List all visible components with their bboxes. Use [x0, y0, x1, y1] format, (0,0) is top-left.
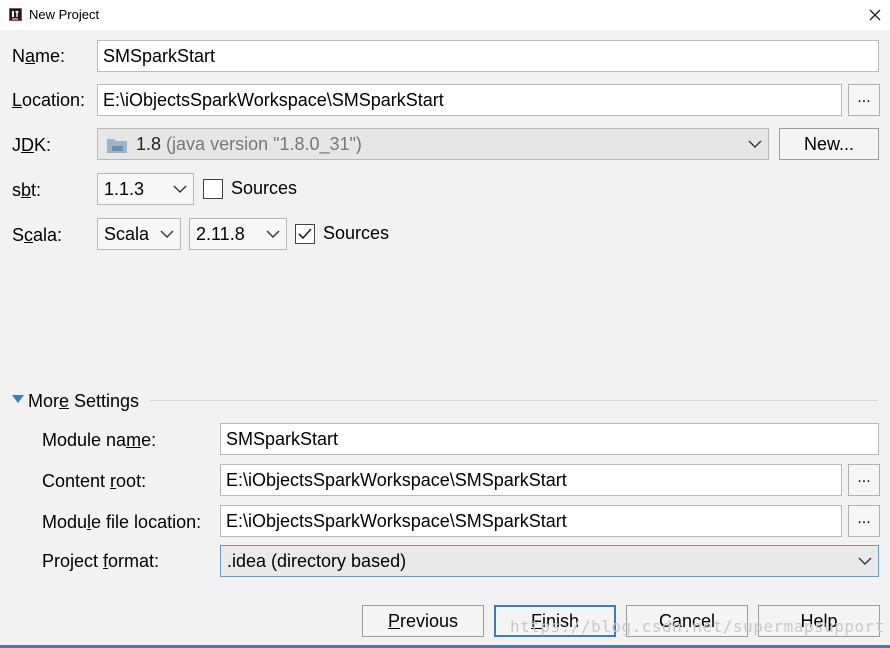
location-input[interactable]: E:\iObjectsSparkWorkspace\SMSparkStart	[97, 84, 842, 116]
chevron-down-icon	[173, 185, 187, 193]
location-browse-button[interactable]: ...	[848, 84, 880, 116]
sbt-version-value: 1.1.3	[104, 179, 145, 199]
jdk-version: 1.8	[136, 134, 162, 154]
project-format-label: Project format:	[42, 551, 160, 571]
scala-dist-select[interactable]: Scala	[97, 218, 181, 250]
scala-dist-value: Scala	[104, 224, 150, 244]
sbt-sources-checkbox[interactable]	[203, 179, 223, 199]
jdk-version-detail: (java version "1.8.0_31")	[166, 134, 362, 154]
content-root-browse-button[interactable]: ...	[848, 464, 880, 496]
more-settings-divider	[150, 400, 878, 401]
chevron-down-icon	[748, 140, 762, 148]
content-root-label: Content root:	[42, 471, 147, 491]
jdk-label: JDK:	[12, 135, 52, 155]
module-name-input[interactable]: SMSparkStart	[220, 423, 879, 455]
project-format-select[interactable]: .idea (directory based)	[220, 545, 879, 577]
module-file-location-input[interactable]: E:\iObjectsSparkWorkspace\SMSparkStart	[220, 505, 842, 537]
more-settings-header[interactable]: More Settings	[28, 391, 139, 412]
module-file-location-label: Module file location:	[42, 512, 202, 532]
window-title: New Project	[29, 7, 100, 22]
module-name-label: Module name:	[42, 430, 157, 450]
content-root-input[interactable]: E:\iObjectsSparkWorkspace\SMSparkStart	[220, 464, 842, 496]
checkmark-icon	[298, 228, 312, 240]
expand-triangle-icon[interactable]	[12, 395, 24, 405]
chevron-down-icon	[160, 230, 174, 238]
scala-sources-checkbox[interactable]	[295, 224, 315, 244]
intellij-app-icon	[9, 8, 22, 21]
jdk-new-button[interactable]: New...	[779, 128, 879, 160]
sbt-version-select[interactable]: 1.1.3	[97, 173, 194, 205]
sbt-sources-label: Sources	[231, 178, 298, 198]
title-bar: New Project	[0, 0, 890, 30]
name-input[interactable]: SMSparkStart	[97, 40, 879, 72]
scala-version-value: 2.11.8	[196, 224, 245, 244]
watermark: https://blog.csdn.net/supermapsupport	[510, 617, 885, 636]
scala-version-select[interactable]: 2.11.8	[189, 218, 287, 250]
chevron-down-icon	[858, 557, 872, 565]
scala-sources-label: Sources	[323, 223, 390, 243]
module-file-location-browse-button[interactable]: ...	[848, 505, 880, 537]
sbt-label: sbt:	[12, 180, 42, 200]
jdk-select[interactable]: 1.8 (java version "1.8.0_31")	[97, 128, 769, 160]
chevron-down-icon	[266, 230, 280, 238]
project-format-value: .idea (directory based)	[227, 551, 407, 571]
close-icon[interactable]	[864, 4, 886, 26]
location-label: Location:	[12, 90, 86, 110]
scala-label: Scala:	[12, 225, 63, 245]
name-label: Name:	[12, 46, 66, 66]
folder-icon	[107, 139, 127, 153]
previous-button[interactable]: Previous	[362, 605, 484, 637]
